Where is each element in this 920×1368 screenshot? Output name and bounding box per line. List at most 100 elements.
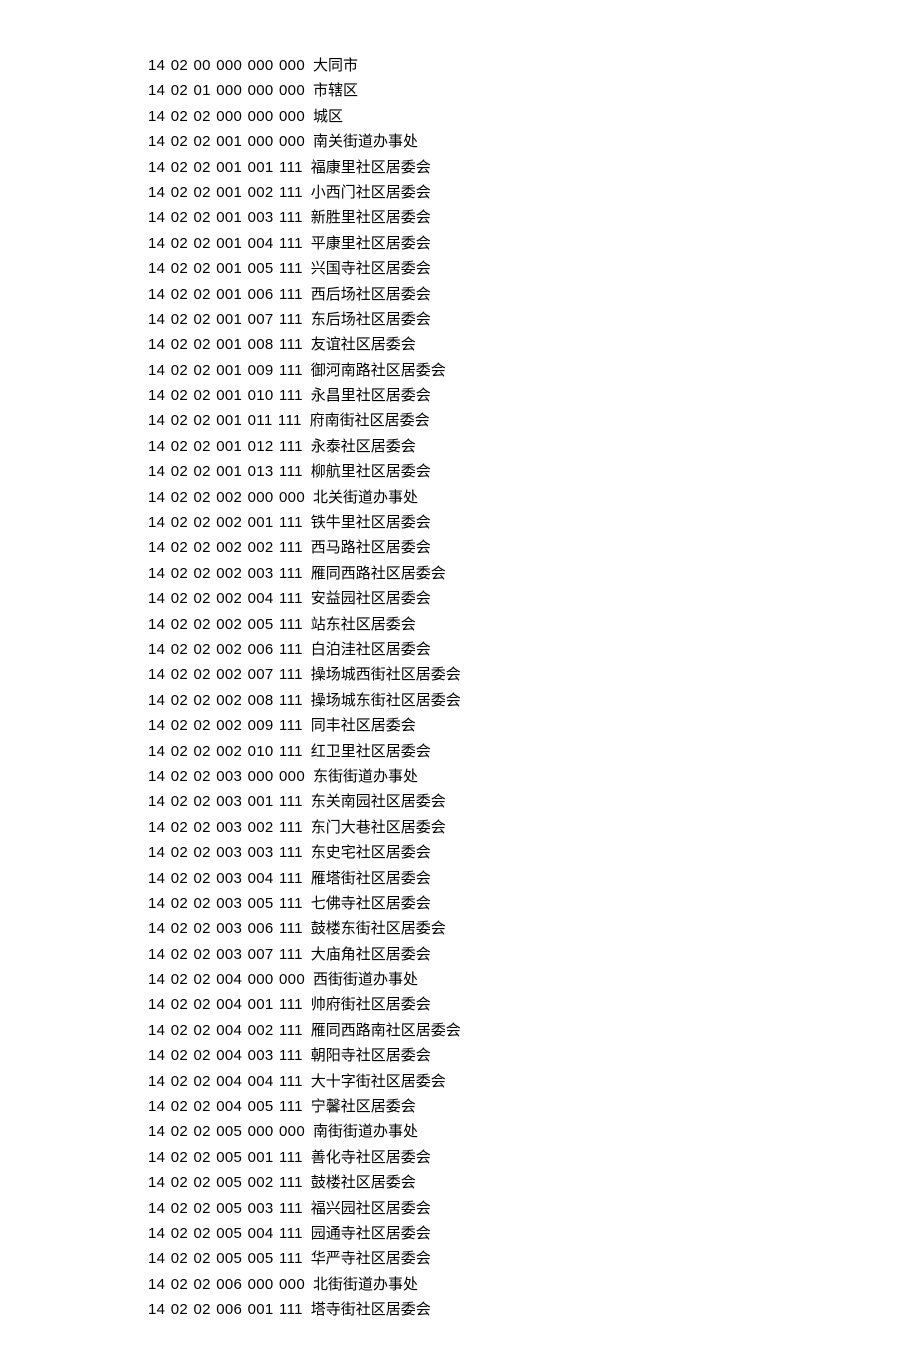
list-item: 14 02 02 002 007 111操场城西街社区居委会: [148, 667, 920, 682]
row-code: 14 02 02 001 003 111: [148, 210, 303, 225]
list-item: 14 02 02 001 013 111柳航里社区居委会: [148, 464, 920, 479]
row-name: 府南街社区居委会: [310, 413, 430, 428]
list-item: 14 02 02 001 012 111永泰社区居委会: [148, 439, 920, 454]
row-code: 14 02 02 002 002 111: [148, 540, 303, 555]
row-name: 永昌里社区居委会: [311, 388, 431, 403]
list-item: 14 02 02 001 011 111 府南街社区居委会: [148, 413, 920, 428]
list-item: 14 02 02 003 007 111 大庙角社区居委会: [148, 947, 920, 962]
row-name: 西马路社区居委会: [311, 540, 431, 555]
row-code: 14 02 02 003 003 111: [148, 845, 303, 860]
list-item: 14 02 00 000 000 000 大同市: [148, 58, 920, 73]
row-code: 14 02 02 001 005 111: [148, 261, 303, 276]
list-item: 14 02 02 001 005 111兴国寺社区居委会: [148, 261, 920, 276]
row-code: 14 02 02 002 009 111: [148, 718, 303, 733]
row-code: 14 02 02 002 010 111: [148, 744, 303, 759]
row-code: 14 02 02 005 002 111: [148, 1175, 303, 1190]
row-code: 14 02 02 004 005 111: [148, 1099, 303, 1114]
list-item: 14 02 02 006 000 000北街街道办事处: [148, 1277, 920, 1292]
row-code: 14 02 02 001 009 111: [148, 363, 303, 378]
list-item: 14 02 02 004 000 000西街街道办事处: [148, 972, 920, 987]
row-code: 14 02 02 001 007 111: [148, 312, 303, 327]
row-name: 西街街道办事处: [313, 972, 418, 987]
list-item: 14 02 02 002 006 111白泊洼社区居委会: [148, 642, 920, 657]
row-name: 红卫里社区居委会: [311, 744, 431, 759]
row-name: 东关南园社区居委会: [311, 794, 446, 809]
list-item: 14 02 02 003 006 111 鼓楼东街社区居委会: [148, 921, 920, 936]
list-item: 14 02 02 001 004 111 平康里社区居委会: [148, 236, 920, 251]
row-code: 14 02 02 004 002 111: [148, 1023, 303, 1038]
list-item: 14 02 02 001 001 111福康里社区居委会: [148, 160, 920, 175]
list-item: 14 02 02 003 002 111东门大巷社区居委会: [148, 820, 920, 835]
row-code: 14 02 02 001 006 111: [148, 287, 303, 302]
row-code: 14 02 02 001 000 000: [148, 134, 305, 149]
list-item: 14 02 02 004 001 111帅府街社区居委会: [148, 997, 920, 1012]
row-name: 操场城西街社区居委会: [311, 667, 461, 682]
list-item: 14 02 02 006 001 111塔寺街社区居委会: [148, 1302, 920, 1317]
row-name: 东街街道办事处: [313, 769, 418, 784]
list-item: 14 02 02 005 004 111 园通寺社区居委会: [148, 1226, 920, 1241]
row-name: 雁同西路社区居委会: [311, 566, 446, 581]
row-code: 14 02 02 003 000 000: [148, 769, 305, 784]
row-code: 14 02 02 003 002 111: [148, 820, 303, 835]
row-name: 雁同西路南社区居委会: [311, 1023, 461, 1038]
list-item: 14 02 02 005 000 000南街街道办事处: [148, 1124, 920, 1139]
row-name: 安益园社区居委会: [311, 591, 431, 606]
code-list: 14 02 00 000 000 000 大同市 14 02 01 000 000 …: [148, 58, 920, 1317]
row-name: 柳航里社区居委会: [311, 464, 431, 479]
row-code: 14 02 02 003 004 111: [148, 871, 303, 886]
row-code: 14 02 02 002 003 111: [148, 566, 303, 581]
list-item: 14 02 02 001 010 111永昌里社区居委会: [148, 388, 920, 403]
row-name: 同丰社区居委会: [311, 718, 416, 733]
row-code: 14 02 02 001 004 111: [148, 236, 303, 251]
row-name: 朝阳寺社区居委会: [311, 1048, 431, 1063]
row-code: 14 02 02 006 001 111: [148, 1302, 303, 1317]
row-code: 14 02 02 001 002 111: [148, 185, 303, 200]
row-name: 友谊社区居委会: [311, 337, 416, 352]
list-item: 14 02 02 003 004 111雁塔街社区居委会: [148, 871, 920, 886]
row-code: 14 02 02 003 007 111: [148, 947, 303, 962]
row-code: 14 02 02 005 003 111: [148, 1201, 303, 1216]
row-name: 七佛寺社区居委会: [311, 896, 431, 911]
row-name: 东后场社区居委会: [311, 312, 431, 327]
row-name: 大同市: [313, 58, 358, 73]
list-item: 14 02 02 004 003 111 朝阳寺社区居委会: [148, 1048, 920, 1063]
row-name: 宁馨社区居委会: [311, 1099, 416, 1114]
list-item: 14 02 02 005 002 111鼓楼社区居委会: [148, 1175, 920, 1190]
list-item: 14 02 02 002 009 111 同丰社区居委会: [148, 718, 920, 733]
list-item: 14 02 02 002 003 111 雁同西路社区居委会: [148, 566, 920, 581]
row-code: 14 02 02 002 000 000: [148, 490, 305, 505]
row-name: 华严寺社区居委会: [311, 1251, 431, 1266]
row-name: 平康里社区居委会: [311, 236, 431, 251]
row-code: 14 02 02 003 006 111: [148, 921, 303, 936]
row-code: 14 02 02 005 000 000: [148, 1124, 305, 1139]
list-item: 14 02 02 002 010 111 红卫里社区居委会: [148, 744, 920, 759]
row-name: 善化寺社区居委会: [311, 1150, 431, 1165]
row-code: 14 02 02 004 003 111: [148, 1048, 303, 1063]
list-item: 14 02 02 001 008 111友谊社区居委会: [148, 337, 920, 352]
row-name: 大庙角社区居委会: [311, 947, 431, 962]
list-item: 14 02 02 005 003 111 福兴园社区居委会: [148, 1201, 920, 1216]
list-item: 14 02 02 002 000 000北关街道办事处: [148, 490, 920, 505]
row-code: 14 02 02 002 001 111: [148, 515, 303, 530]
row-name: 操场城东街社区居委会: [311, 693, 461, 708]
row-code: 14 02 02 003 005 111: [148, 896, 303, 911]
row-code: 14 02 01 000 000 000: [148, 83, 305, 98]
list-item: 14 02 02 002 004 111 安益园社区居委会: [148, 591, 920, 606]
row-name: 福兴园社区居委会: [311, 1201, 431, 1216]
row-code: 14 02 02 001 012 111: [148, 439, 303, 454]
row-name: 鼓楼东街社区居委会: [311, 921, 446, 936]
row-code: 14 02 02 006 000 000: [148, 1277, 305, 1292]
list-item: 14 02 02 005 001 111善化寺社区居委会: [148, 1150, 920, 1165]
list-item: 14 02 02 001 007 111 东后场社区居委会: [148, 312, 920, 327]
list-item: 14 02 02 000 000 000城区: [148, 109, 920, 124]
row-code: 14 02 02 002 004 111: [148, 591, 303, 606]
row-code: 14 02 02 005 004 111: [148, 1226, 303, 1241]
list-item: 14 02 02 001 006 111西后场社区居委会: [148, 287, 920, 302]
list-item: 14 02 02 003 000 000 东街街道办事处: [148, 769, 920, 784]
row-name: 园通寺社区居委会: [311, 1226, 431, 1241]
row-name: 铁牛里社区居委会: [311, 515, 431, 530]
row-code: 14 02 00 000 000 000: [148, 58, 305, 73]
list-item: 14 02 02 002 002 111 西马路社区居委会: [148, 540, 920, 555]
row-code: 14 02 02 001 011 111: [148, 413, 302, 428]
list-item: 14 02 02 004 005 111 宁馨社区居委会: [148, 1099, 920, 1114]
